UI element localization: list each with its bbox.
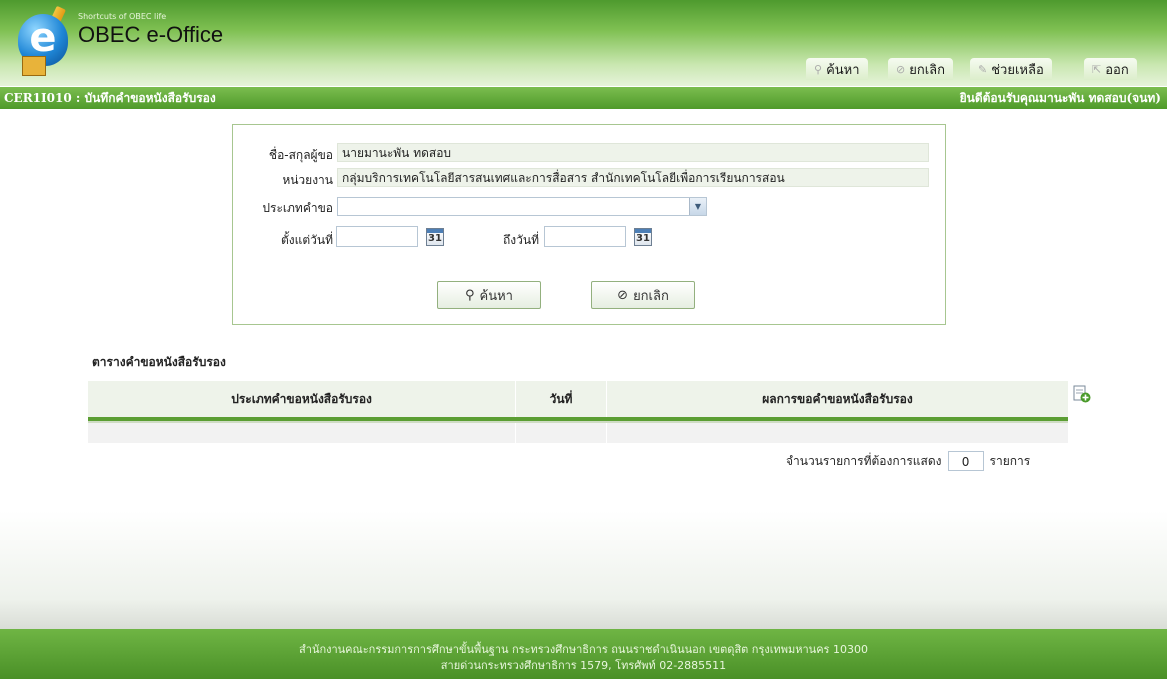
- chevron-down-icon[interactable]: ▼: [689, 198, 706, 215]
- name-label: ชื่อ-สกุลผู้ขอ: [268, 148, 333, 162]
- count-label: จำนวนรายการที่ต้องการแสดง: [786, 453, 942, 468]
- menu-help-label: ช่วยเหลือ: [991, 62, 1044, 78]
- app-title: OBEC e-Office: [78, 22, 224, 47]
- page-footer: สำนักงานคณะกรรมการการศึกษาขั้นพื้นฐาน กร…: [0, 629, 1167, 679]
- unit-field: กลุ่มบริการเทคโนโลยีสารสนเทศและการสื่อสา…: [337, 168, 929, 187]
- unit-label: หน่วยงาน: [282, 173, 333, 187]
- cancel-button-label: ยกเลิก: [633, 288, 669, 304]
- column-header-date[interactable]: วันที่: [516, 381, 607, 417]
- cancel-icon: ⊘: [617, 287, 629, 303]
- column-header-type[interactable]: ประเภทคำขอหนังสือรับรอง: [88, 381, 517, 417]
- calendar-icon[interactable]: 31: [634, 228, 652, 246]
- table-title: ตารางคำขอหนังสือรับรอง: [92, 355, 226, 369]
- house-icon: [22, 56, 46, 76]
- menu-help[interactable]: ✎ ช่วยเหลือ: [970, 58, 1052, 80]
- add-record-icon[interactable]: [1073, 385, 1091, 403]
- footer-hotline: สายด่วนกระทรวงศึกษาธิการ 1579, โทรศัพท์ …: [440, 659, 727, 672]
- from-date-label: ตั้งแต่วันที่: [280, 233, 333, 247]
- search-button[interactable]: ⚲ ค้นหา: [437, 281, 541, 309]
- request-type-select[interactable]: ▼: [337, 197, 707, 216]
- table-header-row: ประเภทคำขอหนังสือรับรอง วันที่ ผลการขอคำ…: [88, 381, 1068, 421]
- menu-cancel[interactable]: ⊘ ยกเลิก: [888, 58, 953, 80]
- table-empty-row: [88, 421, 1068, 443]
- app-header: e Shortcuts of OBEC life OBEC e-Office ⚲…: [0, 0, 1167, 86]
- help-icon: ✎: [978, 62, 988, 76]
- rows-per-page: จำนวนรายการที่ต้องการแสดง 0 รายการ: [786, 451, 1030, 471]
- page-titlebar: CER1I010 : บันทึกคำขอหนังสือรับรอง ยินดี…: [0, 87, 1167, 109]
- obec-logo: e: [18, 5, 70, 76]
- exit-icon: ⇱: [1092, 62, 1102, 76]
- menu-search[interactable]: ⚲ ค้นหา: [806, 58, 868, 80]
- to-date-input[interactable]: [544, 226, 626, 247]
- to-date-label: ถึงวันที่: [503, 233, 539, 247]
- cancel-icon: ⊘: [896, 62, 906, 76]
- search-icon: ⚲: [814, 62, 823, 76]
- search-icon: ⚲: [465, 287, 475, 303]
- name-field: นายมานะพัน ทดสอบ: [337, 143, 929, 162]
- from-date-input[interactable]: [336, 226, 418, 247]
- page-title: CER1I010 : บันทึกคำขอหนังสือรับรอง: [4, 91, 216, 105]
- menu-search-label: ค้นหา: [826, 62, 860, 78]
- type-label: ประเภทคำขอ: [262, 201, 333, 215]
- calendar-icon[interactable]: 31: [426, 228, 444, 246]
- menu-cancel-label: ยกเลิก: [909, 62, 945, 78]
- count-input[interactable]: 0: [947, 451, 984, 471]
- certificate-request-table: ประเภทคำขอหนังสือรับรอง วันที่ ผลการขอคำ…: [88, 381, 1068, 443]
- menu-exit-label: ออก: [1105, 62, 1129, 78]
- search-panel: ชื่อ-สกุลผู้ขอ นายมานะพัน ทดสอบ หน่วยงาน…: [232, 124, 946, 325]
- cancel-button[interactable]: ⊘ ยกเลิก: [591, 281, 695, 309]
- welcome-text: ยินดีต้อนรับคุณมานะพัน ทดสอบ(จนท): [959, 91, 1161, 105]
- column-header-result[interactable]: ผลการขอคำขอหนังสือรับรอง: [607, 381, 1068, 417]
- search-button-label: ค้นหา: [479, 288, 513, 304]
- count-unit: รายการ: [989, 453, 1031, 468]
- tagline: Shortcuts of OBEC life: [78, 12, 167, 21]
- menu-exit[interactable]: ⇱ ออก: [1084, 58, 1137, 80]
